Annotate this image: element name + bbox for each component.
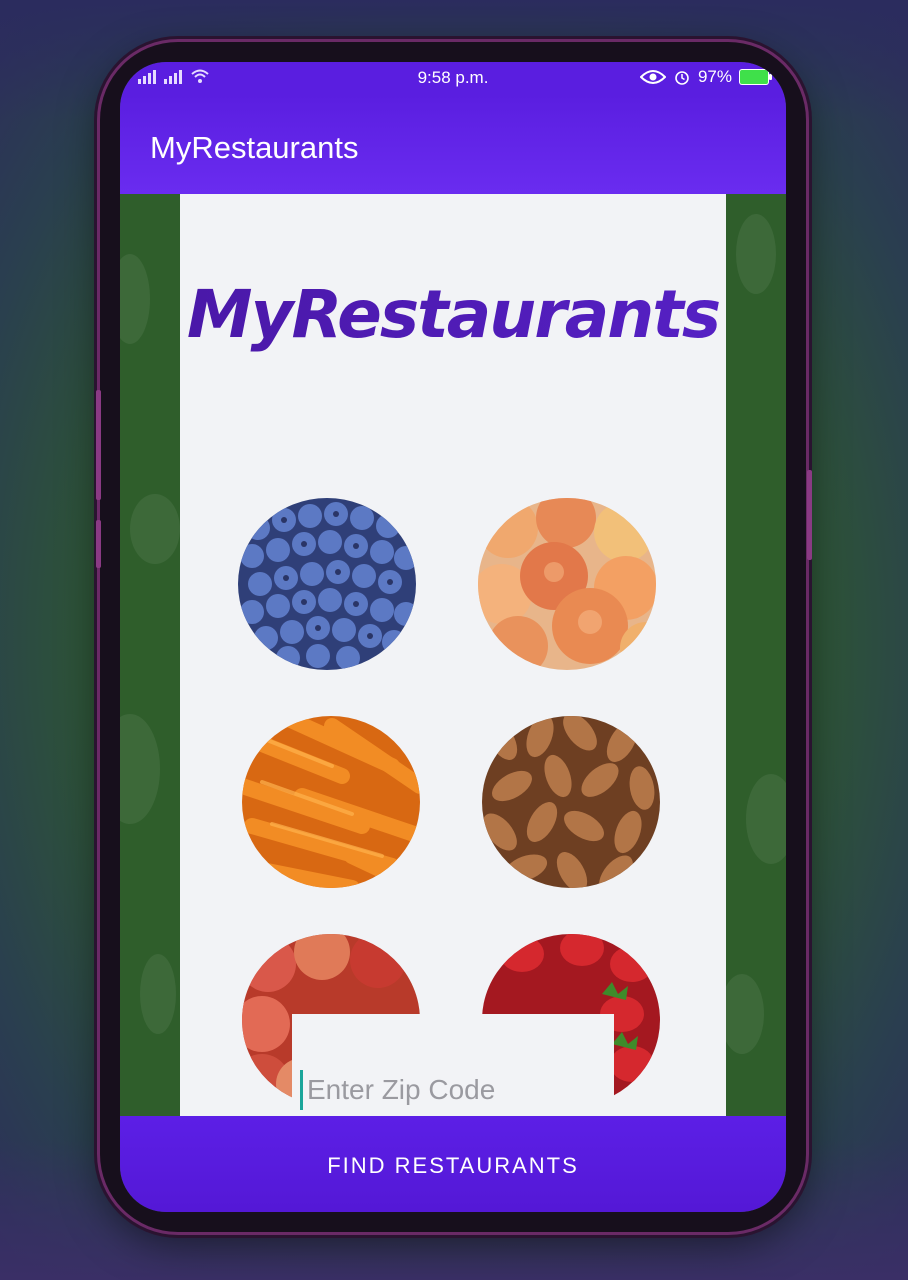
peaches-image: [478, 498, 656, 670]
left-background: [120, 194, 180, 1116]
blueberries-image: [238, 498, 416, 670]
volume-button: [96, 390, 101, 500]
find-restaurants-label: FIND RESTAURANTS: [327, 1153, 579, 1178]
eye-icon: [639, 70, 666, 84]
zip-code-input[interactable]: [300, 1070, 607, 1110]
right-background: [720, 194, 786, 1116]
almonds-image: [482, 716, 660, 888]
app-bar: MyRestaurants: [120, 94, 786, 194]
status-right: 97%: [639, 67, 772, 87]
power-button: [807, 470, 812, 560]
battery-percent: 97%: [697, 67, 732, 86]
zip-card: [292, 1014, 614, 1116]
main-content: MyRestaurants: [180, 194, 726, 1116]
hero-title: MyRestaurants: [180, 276, 726, 353]
app-bar-title: MyRestaurants: [150, 130, 359, 165]
carrots-image: [242, 716, 420, 888]
find-restaurants-button[interactable]: FIND RESTAURANTS: [120, 1116, 786, 1212]
phone-screen: 9:58 p.m. 97% MyRestaurants MyRestaurant…: [120, 62, 786, 1212]
side-button-small: [96, 520, 101, 568]
status-bar: 9:58 p.m. 97%: [120, 62, 786, 94]
battery-icon: [740, 70, 772, 84]
alarm-icon: [675, 71, 689, 85]
